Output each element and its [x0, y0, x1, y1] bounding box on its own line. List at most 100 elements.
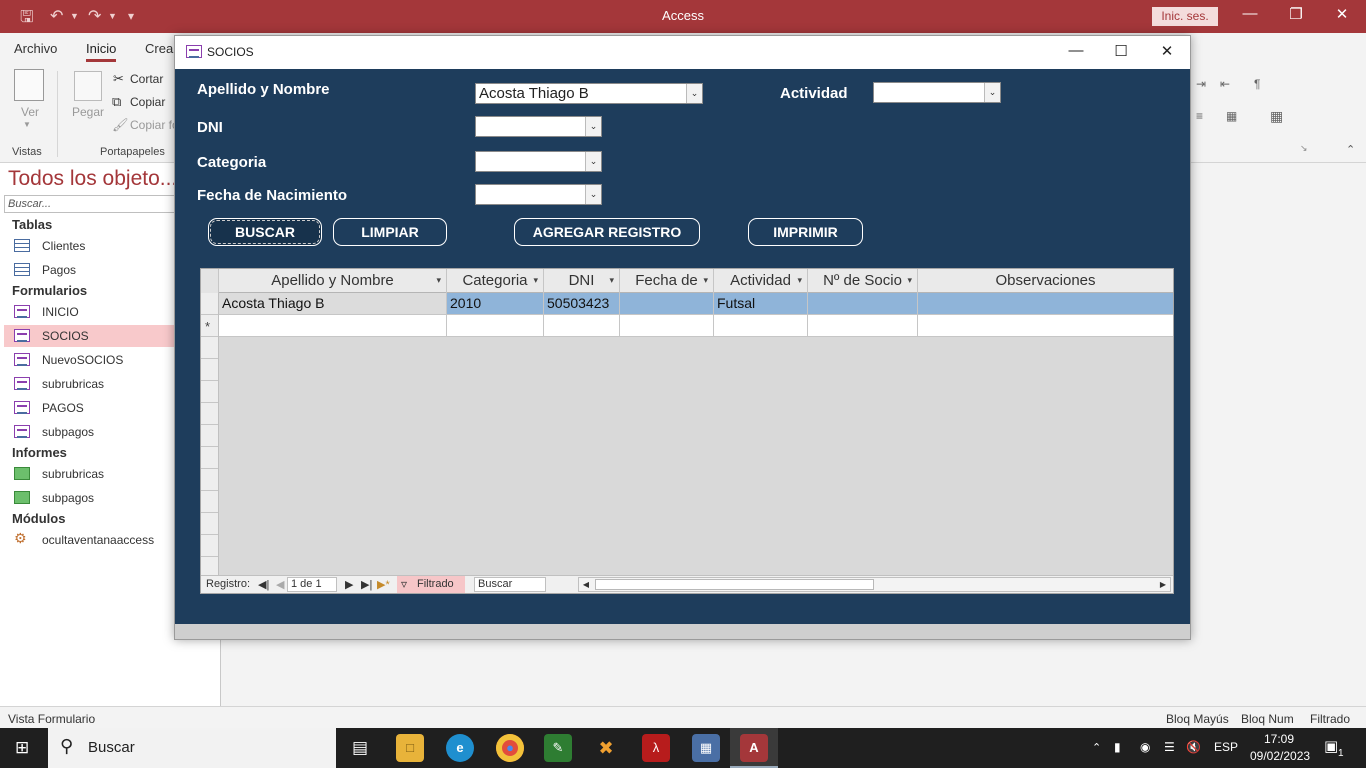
scroll-right-icon[interactable]: ▶	[1156, 578, 1170, 591]
dropdown-icon[interactable]: ▾	[907, 269, 912, 292]
chevron-down-icon[interactable]: ⌄	[686, 84, 702, 103]
dni-combo[interactable]: ⌄	[475, 116, 602, 137]
cell-dni[interactable]: 50503423	[544, 293, 620, 315]
task-view-icon[interactable]: ▤	[346, 734, 374, 762]
cut-button[interactable]: Cortar	[130, 72, 163, 86]
form-minimize-icon[interactable]: —	[1061, 42, 1091, 59]
view-icon[interactable]	[14, 69, 44, 101]
notifications-icon[interactable]: ▣	[1324, 737, 1338, 755]
gridlines-icon[interactable]: ▦	[1270, 108, 1283, 125]
cell-name[interactable]: Acosta Thiago B	[219, 293, 447, 315]
minimize-icon[interactable]: —	[1230, 5, 1270, 22]
nav-category-forms[interactable]: Formularios	[12, 283, 87, 298]
battery-icon[interactable]: ▮	[1114, 740, 1121, 754]
cut-icon[interactable]: ✂	[113, 71, 124, 87]
first-record-icon[interactable]: ◀|	[258, 578, 269, 591]
copy-icon[interactable]: ⧉	[112, 94, 121, 110]
language-indicator[interactable]: ESP	[1214, 740, 1238, 754]
location-icon[interactable]: ◉	[1140, 740, 1150, 754]
new-cell-birth[interactable]	[620, 315, 714, 337]
filter-sort-icon[interactable]: ▾	[533, 269, 538, 292]
socios-datasheet[interactable]: Apellido y Nombre ▾ Categoria ▾ DNI ▾ Fe…	[200, 268, 1174, 594]
cell-member-number[interactable]	[808, 293, 918, 315]
new-cell-member-number[interactable]	[808, 315, 918, 337]
nav-category-modules[interactable]: Módulos	[12, 511, 65, 526]
scroll-left-icon[interactable]: ◀	[579, 578, 593, 591]
restore-icon[interactable]: ❐	[1276, 5, 1316, 23]
new-cell-notes[interactable]	[918, 315, 1173, 337]
cell-category[interactable]: 2010	[447, 293, 544, 315]
view-button[interactable]: Ver	[21, 105, 39, 119]
new-cell-activity[interactable]	[714, 315, 808, 337]
chevron-down-icon[interactable]: ⌄	[585, 185, 601, 204]
view-dropdown-icon[interactable]: ▼	[23, 120, 31, 129]
column-header-birth[interactable]: Fecha de ▾	[620, 269, 714, 293]
taskbar-access-active[interactable]: A	[730, 728, 778, 768]
nav-category-tables[interactable]: Tablas	[12, 217, 52, 232]
category-combo[interactable]: ⌄	[475, 151, 602, 172]
search-button[interactable]: BUSCAR	[208, 218, 322, 246]
file-explorer-icon[interactable]: □	[396, 734, 424, 762]
filter-toggle-button[interactable]: ▿ Filtrado	[397, 576, 465, 593]
xampp-icon[interactable]: ✖	[592, 734, 620, 762]
dialog-launcher-icon[interactable]: ↘	[1300, 143, 1308, 154]
form-maximize-icon[interactable]: ☐	[1106, 42, 1136, 60]
current-record-input[interactable]: 1 de 1	[287, 577, 337, 592]
windows-start-icon[interactable]: ⊞	[15, 738, 29, 758]
filter-sort-icon[interactable]: ▾	[436, 269, 441, 292]
chevron-down-icon[interactable]: ⌄	[585, 152, 601, 171]
cell-notes[interactable]	[918, 293, 1173, 315]
dropdown-icon[interactable]: ▾	[703, 269, 708, 292]
tray-overflow-icon[interactable]: ⌃	[1092, 741, 1101, 754]
column-header-member-number[interactable]: Nº de Socio ▾	[808, 269, 918, 293]
column-header-category[interactable]: Categoria ▾	[447, 269, 544, 293]
scroll-thumb[interactable]	[595, 579, 874, 590]
close-icon[interactable]: ✕	[1322, 5, 1362, 23]
format-painter-icon[interactable]: 🖌	[112, 117, 129, 133]
background-color-icon[interactable]: ▦	[1226, 109, 1237, 123]
filter-sort-icon[interactable]: ▾	[609, 269, 614, 292]
birth-date-combo[interactable]: ⌄	[475, 184, 602, 205]
next-record-icon[interactable]: ▶	[345, 578, 353, 591]
acrobat-icon[interactable]: λ	[642, 734, 670, 762]
notepad-icon[interactable]: ✎	[544, 734, 572, 762]
tab-crear[interactable]: Crear	[145, 41, 178, 56]
activity-combo[interactable]: ⌄	[873, 82, 1001, 103]
new-cell-name[interactable]	[219, 315, 447, 337]
paste-button[interactable]: Pegar	[72, 105, 104, 119]
nav-header[interactable]: Todos los objeto...	[8, 167, 177, 191]
tab-inicio[interactable]: Inicio	[86, 41, 117, 62]
align-right-icon[interactable]: ≡	[1196, 109, 1203, 123]
last-record-icon[interactable]: ▶|	[361, 578, 372, 591]
add-record-button[interactable]: AGREGAR REGISTRO	[514, 218, 700, 246]
copy-button[interactable]: Copiar	[130, 95, 165, 109]
print-button[interactable]: IMPRIMIR	[748, 218, 863, 246]
record-selector-column[interactable]	[201, 293, 219, 575]
copy-format-button[interactable]: Copiar fo	[130, 118, 179, 132]
taskbar-search[interactable]: ⚲ Buscar	[48, 728, 336, 768]
name-combo[interactable]: Acosta Thiago B ⌄	[475, 83, 703, 104]
form-close-icon[interactable]: ✕	[1152, 42, 1182, 60]
indent-decrease-icon[interactable]: ⇤	[1220, 77, 1230, 91]
cell-birth[interactable]	[620, 293, 714, 315]
calculator-icon[interactable]: ▦	[692, 734, 720, 762]
chevron-down-icon[interactable]: ⌄	[585, 117, 601, 136]
column-header-name[interactable]: Apellido y Nombre ▾	[219, 269, 447, 293]
wifi-icon[interactable]: ☰	[1164, 740, 1175, 754]
horizontal-scrollbar[interactable]: ◀ ▶	[578, 577, 1171, 592]
indent-increase-icon[interactable]: ⇥	[1196, 77, 1206, 91]
chrome-icon[interactable]: ●	[496, 734, 524, 762]
signin-button[interactable]: Inic. ses.	[1152, 7, 1218, 26]
collapse-ribbon-icon[interactable]: ⌃	[1346, 143, 1355, 156]
nav-category-reports[interactable]: Informes	[12, 445, 67, 460]
clear-button[interactable]: LIMPIAR	[333, 218, 447, 246]
paste-icon[interactable]	[74, 71, 102, 101]
clock-time[interactable]: 17:09	[1264, 732, 1294, 746]
chevron-down-icon[interactable]: ⌄	[984, 83, 1000, 102]
paragraph-icon[interactable]: ¶	[1254, 77, 1260, 91]
new-record-nav-icon[interactable]: ▶*	[377, 578, 390, 591]
column-header-dni[interactable]: DNI ▾	[544, 269, 620, 293]
new-cell-dni[interactable]	[544, 315, 620, 337]
select-all-corner[interactable]	[201, 269, 219, 293]
datasheet-search-input[interactable]: Buscar	[474, 577, 546, 592]
